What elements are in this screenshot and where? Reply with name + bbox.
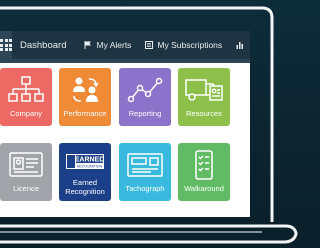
truck-icon bbox=[185, 79, 223, 101]
nav-my-alerts[interactable]: My Alerts bbox=[84, 40, 131, 50]
tile-company[interactable]: Company bbox=[0, 68, 52, 126]
nav-my-alerts-label: My Alerts bbox=[96, 40, 132, 50]
tile-performance[interactable]: Performance bbox=[59, 68, 111, 126]
tachograph-card-icon bbox=[127, 153, 163, 177]
phone-checklist-icon bbox=[195, 150, 213, 180]
id-card-icon bbox=[9, 152, 43, 177]
tile-reporting-label: Reporting bbox=[128, 109, 162, 118]
tile-walkaround[interactable]: Walkaround bbox=[178, 143, 230, 201]
grid-icon bbox=[0, 39, 12, 51]
tile-resources[interactable]: Resources bbox=[178, 68, 230, 126]
tile-earned-recognition[interactable]: EARNED RECOGNITION Earned Recognition bbox=[59, 143, 111, 201]
nav-my-subscriptions-label: My Subscriptions bbox=[157, 40, 223, 50]
app-screen: Dashboard My Alerts My Subscriptions Com… bbox=[0, 31, 250, 217]
tile-tachograph-label: Tachograph bbox=[125, 184, 165, 193]
nav-stats[interactable] bbox=[236, 41, 244, 49]
tile-tachograph[interactable]: Tachograph bbox=[119, 143, 171, 201]
nav-dashboard[interactable]: Dashboard bbox=[20, 40, 66, 51]
svg-text:RECOGNITION: RECOGNITION bbox=[77, 164, 103, 168]
svg-text:EARNED: EARNED bbox=[75, 157, 105, 164]
tile-earned-recognition-label: Earned Recognition bbox=[65, 178, 105, 196]
tile-licence-label: Licence bbox=[13, 184, 39, 193]
line-graph-icon bbox=[127, 77, 163, 103]
org-chart-icon bbox=[8, 76, 44, 102]
bar-chart-icon bbox=[236, 42, 244, 49]
people-sync-icon bbox=[73, 77, 99, 102]
tile-walkaround-label: Walkaround bbox=[184, 184, 224, 193]
tile-licence[interactable]: Licence bbox=[0, 143, 52, 201]
nav-my-subscriptions[interactable]: My Subscriptions bbox=[145, 40, 222, 50]
apps-menu-button[interactable] bbox=[0, 31, 12, 59]
list-icon bbox=[145, 41, 154, 49]
tile-performance-label: Performance bbox=[63, 109, 107, 118]
flag-icon bbox=[84, 41, 92, 49]
nav-dashboard-label: Dashboard bbox=[20, 39, 67, 51]
top-nav-bar: Dashboard My Alerts My Subscriptions bbox=[0, 31, 250, 59]
tile-reporting[interactable]: Reporting bbox=[119, 68, 171, 126]
tile-company-label: Company bbox=[9, 109, 43, 118]
tile-resources-label: Resources bbox=[186, 109, 222, 118]
nav-underline bbox=[0, 59, 250, 63]
earned-recognition-logo: EARNED RECOGNITION bbox=[66, 154, 105, 169]
